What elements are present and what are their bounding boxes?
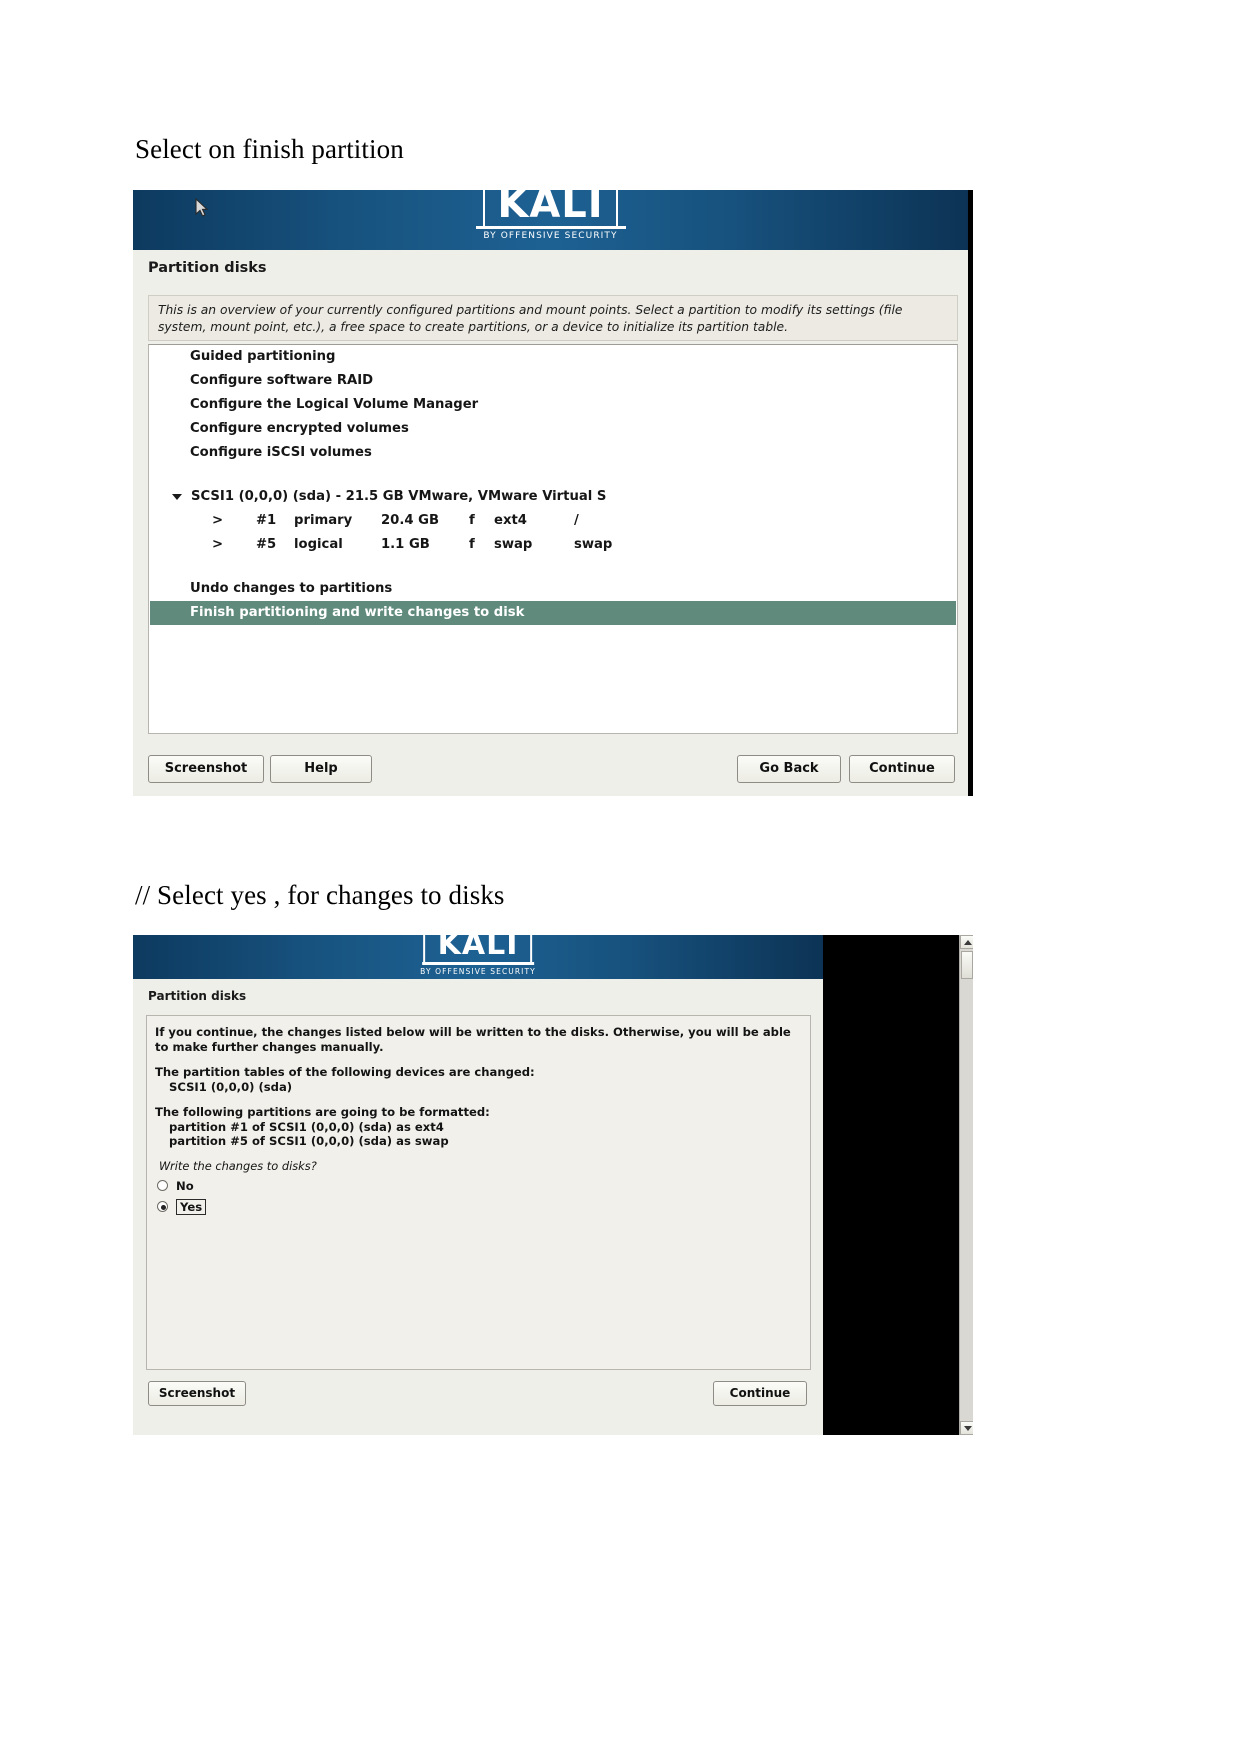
radio-label-yes: Yes xyxy=(176,1198,207,1215)
menu-item-encrypted-volumes[interactable]: Configure encrypted volumes xyxy=(149,417,957,441)
partition-list: Guided partitioning Configure software R… xyxy=(148,344,958,734)
help-button[interactable]: Help xyxy=(270,755,372,783)
partition-expand-marker: > xyxy=(212,513,224,528)
page-heading-first: Select on finish partition xyxy=(135,134,404,164)
menu-item-guided-partitioning[interactable]: Guided partitioning xyxy=(149,345,957,369)
scrollbar-thumb[interactable] xyxy=(961,951,973,979)
description-panel: This is an overview of your currently co… xyxy=(148,295,958,341)
partition-number: #1 xyxy=(256,513,277,528)
partition-disks-window: KALI BY OFFENSIVE SECURITY Partition dis… xyxy=(133,190,973,796)
continue-button[interactable]: Continue xyxy=(713,1381,807,1406)
partition-filesystem: ext4 xyxy=(494,513,527,528)
screenshot-button[interactable]: Screenshot xyxy=(148,1381,246,1406)
partition-size: 1.1 GB xyxy=(381,537,430,552)
kali-banner-primary: KALI BY OFFENSIVE SECURITY xyxy=(133,190,968,250)
vertical-scrollbar[interactable] xyxy=(959,935,973,1435)
description-text: This is an overview of your currently co… xyxy=(158,303,903,334)
format-list-item: partition #1 of SCSI1 (0,0,0) (sda) as e… xyxy=(169,1119,444,1134)
chevron-down-icon xyxy=(172,494,182,500)
partition-size: 20.4 GB xyxy=(381,513,440,528)
format-list-item: partition #5 of SCSI1 (0,0,0) (sda) as s… xyxy=(169,1134,449,1148)
radio-label-no: No xyxy=(176,1178,194,1193)
mouse-cursor-icon xyxy=(195,198,209,217)
radio-button-selected-icon[interactable] xyxy=(157,1201,168,1212)
scroll-up-arrow-icon[interactable] xyxy=(960,935,973,949)
menu-item-iscsi-volumes[interactable]: Configure iSCSI volumes xyxy=(149,441,957,465)
write-changes-panel: KALI BY OFFENSIVE SECURITY Partition dis… xyxy=(133,935,823,1435)
window-title-partition-disks: Partition disks xyxy=(148,260,267,276)
partition-flag: f xyxy=(469,513,475,528)
partition-expand-marker: > xyxy=(212,537,224,552)
kali-tagline: BY OFFENSIVE SECURITY xyxy=(483,231,618,241)
kali-logo: KALI BY OFFENSIVE SECURITY xyxy=(420,935,536,976)
radio-button-icon[interactable] xyxy=(157,1180,168,1191)
kali-logo-underline xyxy=(422,962,534,965)
screenshot-button[interactable]: Screenshot xyxy=(148,755,264,783)
kali-logo: KALI BY OFFENSIVE SECURITY xyxy=(475,190,626,241)
page-heading-second: // Select yes , for changes to disks xyxy=(135,880,505,910)
partition-mountpoint: swap xyxy=(574,537,613,552)
format-list-heading: The following partitions are going to be… xyxy=(155,1105,490,1119)
menu-item-software-raid[interactable]: Configure software RAID xyxy=(149,369,957,393)
partition-type: primary xyxy=(294,513,353,528)
partition-filesystem: swap xyxy=(494,537,533,552)
table-row[interactable]: > #1 primary 20.4 GB f ext4 / xyxy=(149,509,957,533)
partition-type: logical xyxy=(294,537,343,552)
radio-option-yes[interactable]: Yes xyxy=(147,1193,810,1215)
button-bar: Screenshot Help Go Back Continue xyxy=(133,750,963,796)
table-row[interactable]: > #5 logical 1.1 GB f swap swap xyxy=(149,533,957,557)
partition-tables-device: SCSI1 (0,0,0) (sda) xyxy=(169,1079,293,1094)
scroll-down-arrow-icon[interactable] xyxy=(960,1421,973,1435)
kali-tagline: BY OFFENSIVE SECURITY xyxy=(420,967,536,976)
kali-banner-secondary: KALI BY OFFENSIVE SECURITY xyxy=(133,935,823,979)
partition-flag: f xyxy=(469,537,475,552)
menu-item-undo-changes[interactable]: Undo changes to partitions xyxy=(149,577,957,601)
menu-item-logical-volume-manager[interactable]: Configure the Logical Volume Manager xyxy=(149,393,957,417)
partition-tables-heading: The partition tables of the following de… xyxy=(155,1065,535,1079)
confirmation-content: If you continue, the changes listed belo… xyxy=(146,1015,811,1370)
kali-wordmark: KALI xyxy=(423,935,533,965)
partition-number: #5 xyxy=(256,537,277,552)
disk-group-label: SCSI1 (0,0,0) (sda) - 21.5 GB VMware, VM… xyxy=(191,489,607,504)
confirmation-intro-text: If you continue, the changes listed belo… xyxy=(155,1025,795,1054)
write-changes-question: Write the changes to disks? xyxy=(159,1158,317,1173)
go-back-button[interactable]: Go Back xyxy=(737,755,841,783)
menu-item-finish-partitioning[interactable]: Finish partitioning and write changes to… xyxy=(150,601,956,625)
write-changes-window: KALI BY OFFENSIVE SECURITY Partition dis… xyxy=(133,935,973,1435)
window-title-partition-disks: Partition disks xyxy=(148,989,247,1003)
disk-group-scsi1[interactable]: SCSI1 (0,0,0) (sda) - 21.5 GB VMware, VM… xyxy=(149,485,957,509)
kali-wordmark: KALI xyxy=(483,190,618,229)
partition-mountpoint: / xyxy=(574,513,579,528)
continue-button[interactable]: Continue xyxy=(849,755,955,783)
button-bar: Screenshot Continue xyxy=(133,1375,823,1425)
radio-option-no[interactable]: No xyxy=(147,1173,810,1193)
